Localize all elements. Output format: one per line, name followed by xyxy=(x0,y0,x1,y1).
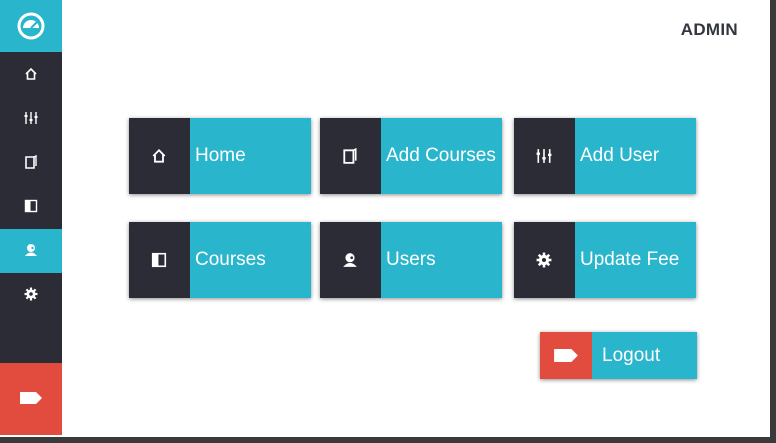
tile-label: Update Fee xyxy=(575,222,696,298)
sidebar-logo[interactable] xyxy=(0,0,62,52)
courses-tile[interactable]: Courses xyxy=(129,222,311,298)
tile-icon-box xyxy=(514,118,575,194)
book-icon xyxy=(151,252,167,268)
window-edge-right xyxy=(770,0,776,443)
add-user-tile[interactable]: Add User xyxy=(514,118,696,194)
dashboard-gauge-icon xyxy=(17,12,45,40)
users-tile[interactable]: Users xyxy=(320,222,502,298)
sidebar xyxy=(0,0,62,435)
tile-icon-box xyxy=(129,222,190,298)
user-icon xyxy=(25,244,37,256)
home-icon xyxy=(25,67,37,80)
sliders-icon xyxy=(536,149,552,163)
tile-label: Home xyxy=(190,118,311,194)
logout-button[interactable]: Logout xyxy=(540,332,697,379)
home-tile[interactable]: Home xyxy=(129,118,311,194)
tag-arrow-icon xyxy=(20,392,42,404)
gear-icon xyxy=(24,287,38,301)
sidebar-item-update-fee[interactable] xyxy=(0,273,62,317)
logout-icon-box xyxy=(540,332,592,379)
user-role-label: ADMIN xyxy=(680,20,738,39)
tile-icon-box xyxy=(129,118,190,194)
door-icon xyxy=(25,155,37,169)
tag-arrow-icon xyxy=(554,349,578,362)
add-courses-tile[interactable]: Add Courses xyxy=(320,118,502,194)
sliders-icon xyxy=(24,112,38,124)
sidebar-item-home[interactable] xyxy=(0,53,62,97)
tile-label: Users xyxy=(381,222,502,298)
sidebar-item-courses[interactable] xyxy=(0,185,62,229)
sidebar-item-add-user[interactable] xyxy=(0,97,62,141)
tile-label: Add Courses xyxy=(381,118,502,194)
user-icon xyxy=(343,253,357,267)
tile-icon-box xyxy=(514,222,575,298)
door-icon xyxy=(343,148,357,164)
home-icon xyxy=(152,148,166,163)
tile-label: Add User xyxy=(575,118,696,194)
window-edge-bottom xyxy=(0,437,776,443)
gear-icon xyxy=(536,252,552,268)
book-icon xyxy=(24,199,38,213)
tile-icon-box xyxy=(320,118,381,194)
sidebar-item-users[interactable] xyxy=(0,229,62,273)
tile-label: Courses xyxy=(190,222,311,298)
sidebar-item-add-courses[interactable] xyxy=(0,141,62,185)
update-fee-tile[interactable]: Update Fee xyxy=(514,222,696,298)
sidebar-logout-button[interactable] xyxy=(0,363,62,435)
tile-icon-box xyxy=(320,222,381,298)
logout-label: Logout xyxy=(592,332,697,379)
